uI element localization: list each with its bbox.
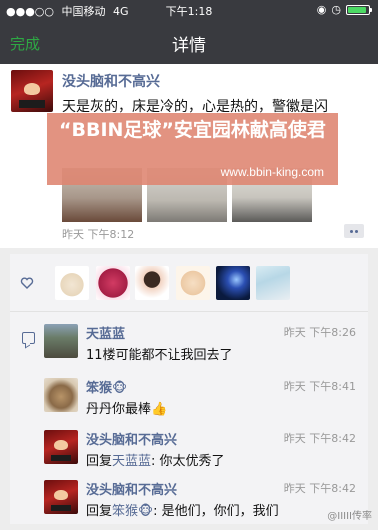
- commenter-avatar[interactable]: [44, 480, 78, 514]
- status-bar: ●●●○○ 中国移动 4G 下午1:18 ◉ ◷: [0, 0, 378, 20]
- comment-text: 丹丹你最棒👍: [86, 402, 168, 417]
- commenter-avatar[interactable]: [44, 378, 78, 412]
- interaction-panel: 天蓝蓝 昨天 下午8:26 11楼可能都不让我回去了 笨猴🐵 昨天 下午8:41…: [10, 254, 368, 524]
- monkey-emoji-icon: 🐵: [112, 381, 128, 396]
- author-name[interactable]: 没头脑和不高兴: [62, 71, 160, 91]
- liker-avatar[interactable]: [135, 266, 169, 300]
- battery-icon: [346, 4, 372, 15]
- alarm-icon: ◷: [331, 3, 341, 16]
- nav-bar: 完成 详情: [0, 20, 378, 64]
- author-avatar[interactable]: [11, 70, 53, 112]
- likes-row: [10, 254, 368, 312]
- commenter-name[interactable]: 笨猴🐵: [86, 377, 127, 396]
- lock-rotation-icon: ◉: [316, 3, 327, 16]
- banner-headline: “BBIN足球”安宜园林献高使君: [59, 119, 326, 141]
- liker-avatar[interactable]: [96, 266, 130, 300]
- comment-text: 11楼可能都不让我回去了: [86, 348, 233, 363]
- commenter-name[interactable]: 没头脑和不高兴: [86, 479, 177, 498]
- commenter-avatar[interactable]: [44, 324, 78, 358]
- comment-item[interactable]: 没头脑和不高兴 昨天 下午8:42 回复笨猴🐵: 是他们，你们，我们: [44, 476, 362, 526]
- comment-time: 昨天 下午8:41: [283, 380, 356, 393]
- battery-fill: [348, 6, 366, 13]
- comment-time: 昨天 下午8:26: [283, 326, 356, 339]
- commenter-avatar[interactable]: [44, 430, 78, 464]
- watermark: @IIIII传率: [327, 511, 372, 522]
- reply-prefix: 回复: [86, 504, 113, 519]
- reply-to-name[interactable]: 天蓝蓝: [112, 454, 151, 469]
- liker-avatar[interactable]: [256, 266, 290, 300]
- comment-text: 回复笨猴🐵: 是他们，你们，我们: [86, 500, 279, 519]
- commenter-name[interactable]: 没头脑和不高兴: [86, 429, 177, 448]
- page-title: 详情: [172, 36, 206, 56]
- liker-avatar[interactable]: [216, 266, 250, 300]
- comment-text: 回复天蓝蓝: 你太优秀了: [86, 450, 225, 469]
- comment-item[interactable]: 笨猴🐵 昨天 下午8:41 丹丹你最棒👍: [44, 374, 362, 424]
- comment-item[interactable]: 没头脑和不高兴 昨天 下午8:42 回复天蓝蓝: 你太优秀了: [44, 426, 362, 476]
- liker-avatar[interactable]: [55, 266, 89, 300]
- more-actions-button[interactable]: [344, 224, 364, 238]
- heart-icon: [20, 277, 34, 289]
- commenter-name[interactable]: 天蓝蓝: [86, 323, 125, 342]
- banner-url: www.bbin-king.com: [220, 165, 324, 179]
- liker-avatar[interactable]: [176, 266, 210, 300]
- comment-item[interactable]: 天蓝蓝 昨天 下午8:26 11楼可能都不让我回去了: [44, 320, 362, 370]
- reply-prefix: 回复: [86, 454, 113, 469]
- comment-icon: [22, 332, 35, 344]
- reply-to-name[interactable]: 笨猴🐵: [112, 504, 153, 519]
- comment-time: 昨天 下午8:42: [283, 482, 356, 495]
- reply-body: : 是他们，你们，我们: [153, 504, 279, 519]
- reply-body: : 你太优秀了: [151, 454, 225, 469]
- status-right: ◉ ◷: [316, 3, 372, 16]
- post-time: 昨天 下午8:12: [62, 228, 135, 241]
- ad-banner-overlay: “BBIN足球”安宜园林献高使君 www.bbin-king.com: [47, 113, 338, 185]
- commenter-name-text: 笨猴: [86, 381, 113, 396]
- comment-time: 昨天 下午8:42: [283, 432, 356, 445]
